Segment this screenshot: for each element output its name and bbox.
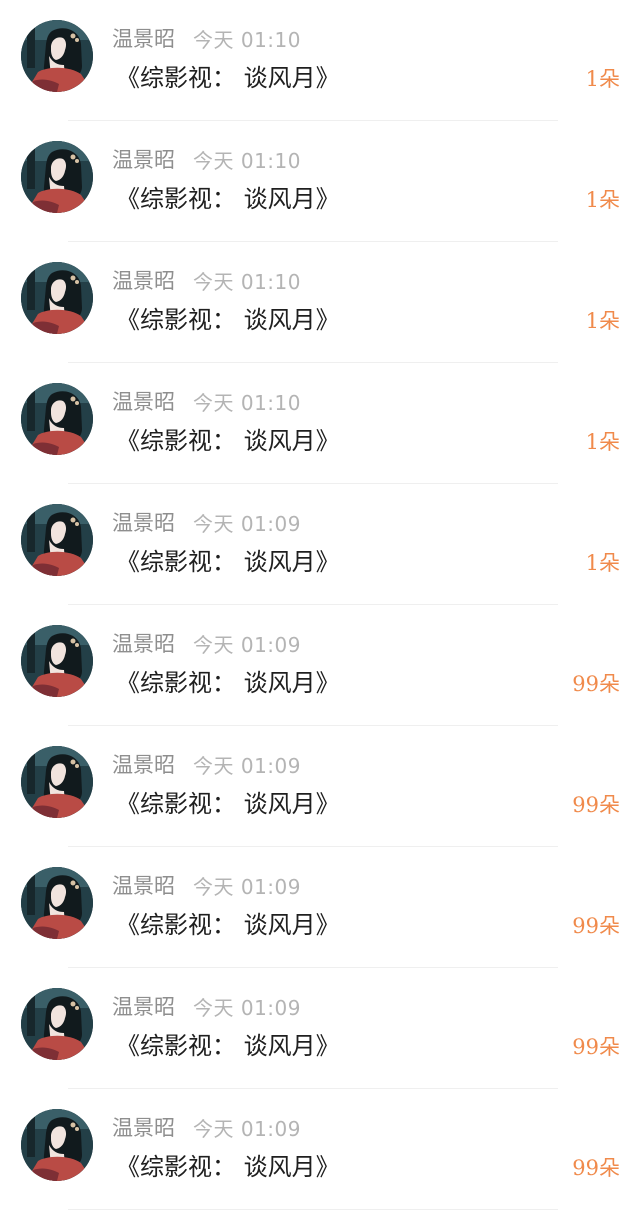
row-divider xyxy=(68,1209,558,1210)
username[interactable]: 温景昭 xyxy=(112,870,175,900)
meta-line: 温景昭 今天 01:09 xyxy=(112,1113,301,1141)
gift-count: 99朵 xyxy=(572,1156,620,1180)
gift-count: 99朵 xyxy=(572,672,620,696)
list-item[interactable]: 温景昭 今天 01:09 《综影视： 谈风月》 99朵 xyxy=(0,726,640,847)
timestamp: 今天 01:09 xyxy=(193,874,301,899)
avatar-portrait-icon xyxy=(21,504,93,576)
avatar-portrait-icon xyxy=(21,20,93,92)
meta-line: 温景昭 今天 01:09 xyxy=(112,508,301,536)
gift-count: 1朵 xyxy=(585,67,620,91)
timestamp: 今天 01:09 xyxy=(193,995,301,1020)
work-title[interactable]: 《综影视： 谈风月》 xyxy=(116,545,340,579)
username[interactable]: 温景昭 xyxy=(112,507,175,537)
meta-line: 温景昭 今天 01:10 xyxy=(112,24,301,52)
username[interactable]: 温景昭 xyxy=(112,144,175,174)
username[interactable]: 温景昭 xyxy=(112,265,175,295)
username[interactable]: 温景昭 xyxy=(112,23,175,53)
list-item[interactable]: 温景昭 今天 01:09 《综影视： 谈风月》 99朵 xyxy=(0,847,640,968)
avatar-portrait-icon xyxy=(21,746,93,818)
avatar-portrait-icon xyxy=(21,262,93,334)
list-item[interactable]: 温景昭 今天 01:09 《综影视： 谈风月》 1朵 xyxy=(0,484,640,605)
timestamp: 今天 01:10 xyxy=(193,269,301,294)
list-item[interactable]: 温景昭 今天 01:09 《综影视： 谈风月》 99朵 xyxy=(0,968,640,1089)
gift-count: 99朵 xyxy=(572,793,620,817)
gift-record-list: 温景昭 今天 01:10 《综影视： 谈风月》 1朵 温景昭 今天 01:10 xyxy=(0,0,640,1210)
list-item[interactable]: 温景昭 今天 01:10 《综影视： 谈风月》 1朵 xyxy=(0,242,640,363)
list-item[interactable]: 温景昭 今天 01:09 《综影视： 谈风月》 99朵 xyxy=(0,1089,640,1210)
work-title[interactable]: 《综影视： 谈风月》 xyxy=(116,1150,340,1184)
meta-line: 温景昭 今天 01:09 xyxy=(112,871,301,899)
timestamp: 今天 01:09 xyxy=(193,632,301,657)
list-item[interactable]: 温景昭 今天 01:10 《综影视： 谈风月》 1朵 xyxy=(0,363,640,484)
work-title[interactable]: 《综影视： 谈风月》 xyxy=(116,1029,340,1063)
username[interactable]: 温景昭 xyxy=(112,386,175,416)
avatar-portrait-icon xyxy=(21,625,93,697)
avatar-portrait-icon xyxy=(21,141,93,213)
meta-line: 温景昭 今天 01:10 xyxy=(112,145,301,173)
avatar-portrait-icon xyxy=(21,867,93,939)
avatar[interactable] xyxy=(21,20,93,92)
work-title[interactable]: 《综影视： 谈风月》 xyxy=(116,182,340,216)
gift-count: 99朵 xyxy=(572,1035,620,1059)
gift-count: 1朵 xyxy=(585,551,620,575)
work-title[interactable]: 《综影视： 谈风月》 xyxy=(116,787,340,821)
gift-count: 99朵 xyxy=(572,914,620,938)
avatar[interactable] xyxy=(21,262,93,334)
meta-line: 温景昭 今天 01:09 xyxy=(112,629,301,657)
timestamp: 今天 01:10 xyxy=(193,148,301,173)
meta-line: 温景昭 今天 01:10 xyxy=(112,387,301,415)
meta-line: 温景昭 今天 01:09 xyxy=(112,992,301,1020)
list-item[interactable]: 温景昭 今天 01:10 《综影视： 谈风月》 1朵 xyxy=(0,121,640,242)
timestamp: 今天 01:10 xyxy=(193,27,301,52)
work-title[interactable]: 《综影视： 谈风月》 xyxy=(116,61,340,95)
work-title[interactable]: 《综影视： 谈风月》 xyxy=(116,666,340,700)
avatar[interactable] xyxy=(21,988,93,1060)
meta-line: 温景昭 今天 01:09 xyxy=(112,750,301,778)
list-item[interactable]: 温景昭 今天 01:10 《综影视： 谈风月》 1朵 xyxy=(0,0,640,121)
username[interactable]: 温景昭 xyxy=(112,628,175,658)
meta-line: 温景昭 今天 01:10 xyxy=(112,266,301,294)
timestamp: 今天 01:10 xyxy=(193,390,301,415)
avatar[interactable] xyxy=(21,1109,93,1181)
work-title[interactable]: 《综影视： 谈风月》 xyxy=(116,908,340,942)
gift-count: 1朵 xyxy=(585,188,620,212)
timestamp: 今天 01:09 xyxy=(193,753,301,778)
username[interactable]: 温景昭 xyxy=(112,991,175,1021)
avatar[interactable] xyxy=(21,504,93,576)
avatar[interactable] xyxy=(21,625,93,697)
username[interactable]: 温景昭 xyxy=(112,749,175,779)
gift-count: 1朵 xyxy=(585,309,620,333)
avatar[interactable] xyxy=(21,867,93,939)
gift-count: 1朵 xyxy=(585,430,620,454)
work-title[interactable]: 《综影视： 谈风月》 xyxy=(116,303,340,337)
list-item[interactable]: 温景昭 今天 01:09 《综影视： 谈风月》 99朵 xyxy=(0,605,640,726)
timestamp: 今天 01:09 xyxy=(193,511,301,536)
avatar[interactable] xyxy=(21,141,93,213)
timestamp: 今天 01:09 xyxy=(193,1116,301,1141)
work-title[interactable]: 《综影视： 谈风月》 xyxy=(116,424,340,458)
avatar-portrait-icon xyxy=(21,1109,93,1181)
avatar[interactable] xyxy=(21,383,93,455)
username[interactable]: 温景昭 xyxy=(112,1112,175,1142)
avatar[interactable] xyxy=(21,746,93,818)
avatar-portrait-icon xyxy=(21,383,93,455)
avatar-portrait-icon xyxy=(21,988,93,1060)
